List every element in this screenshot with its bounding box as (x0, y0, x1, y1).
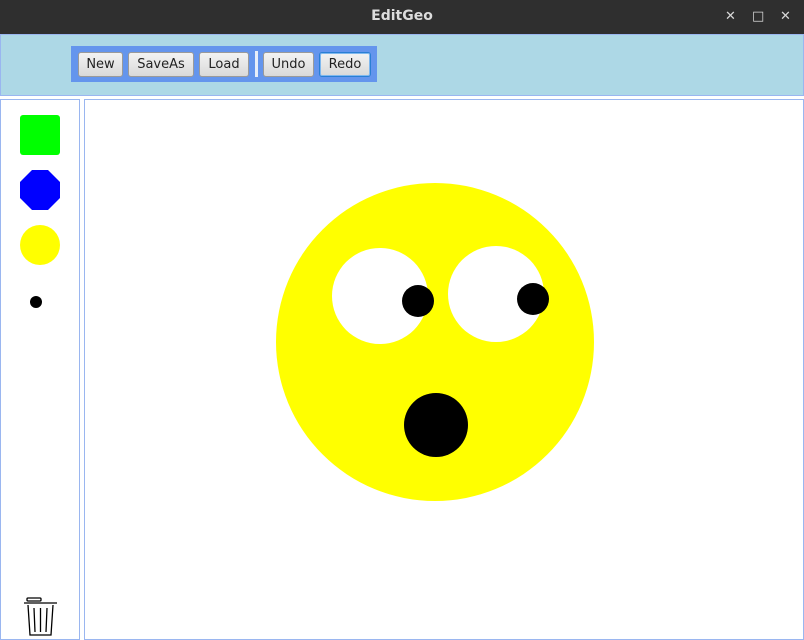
trash-icon[interactable] (24, 597, 57, 636)
saveas-button[interactable]: SaveAs (128, 52, 194, 77)
shape-palette (0, 99, 80, 640)
palette-canvas (20, 115, 60, 636)
drawing-canvas[interactable] (84, 99, 804, 640)
rectangle-tool[interactable] (20, 115, 60, 155)
undo-button[interactable]: Undo (263, 52, 314, 77)
drawing-svg[interactable] (85, 100, 803, 639)
maximize-icon[interactable]: □ (752, 9, 764, 25)
minimize-icon[interactable]: ✕ (725, 9, 736, 25)
polygon-tool[interactable] (20, 170, 60, 210)
right-pupil[interactable] (517, 283, 549, 315)
new-button[interactable]: New (78, 52, 123, 77)
toolbar-separator (255, 51, 258, 77)
window-title: EditGeo (371, 8, 433, 24)
small-circle-tool[interactable] (30, 296, 42, 308)
left-pupil[interactable] (402, 285, 434, 317)
close-icon[interactable]: ✕ (780, 9, 791, 25)
load-button[interactable]: Load (199, 52, 249, 77)
toolbar-area: New SaveAs Load Undo Redo (0, 34, 804, 96)
circle-tool[interactable] (20, 225, 60, 265)
mouth[interactable] (404, 393, 468, 457)
redo-button[interactable]: Redo (319, 52, 371, 77)
title-bar: EditGeo ✕ □ ✕ (0, 0, 804, 34)
toolbar: New SaveAs Load Undo Redo (71, 46, 377, 82)
